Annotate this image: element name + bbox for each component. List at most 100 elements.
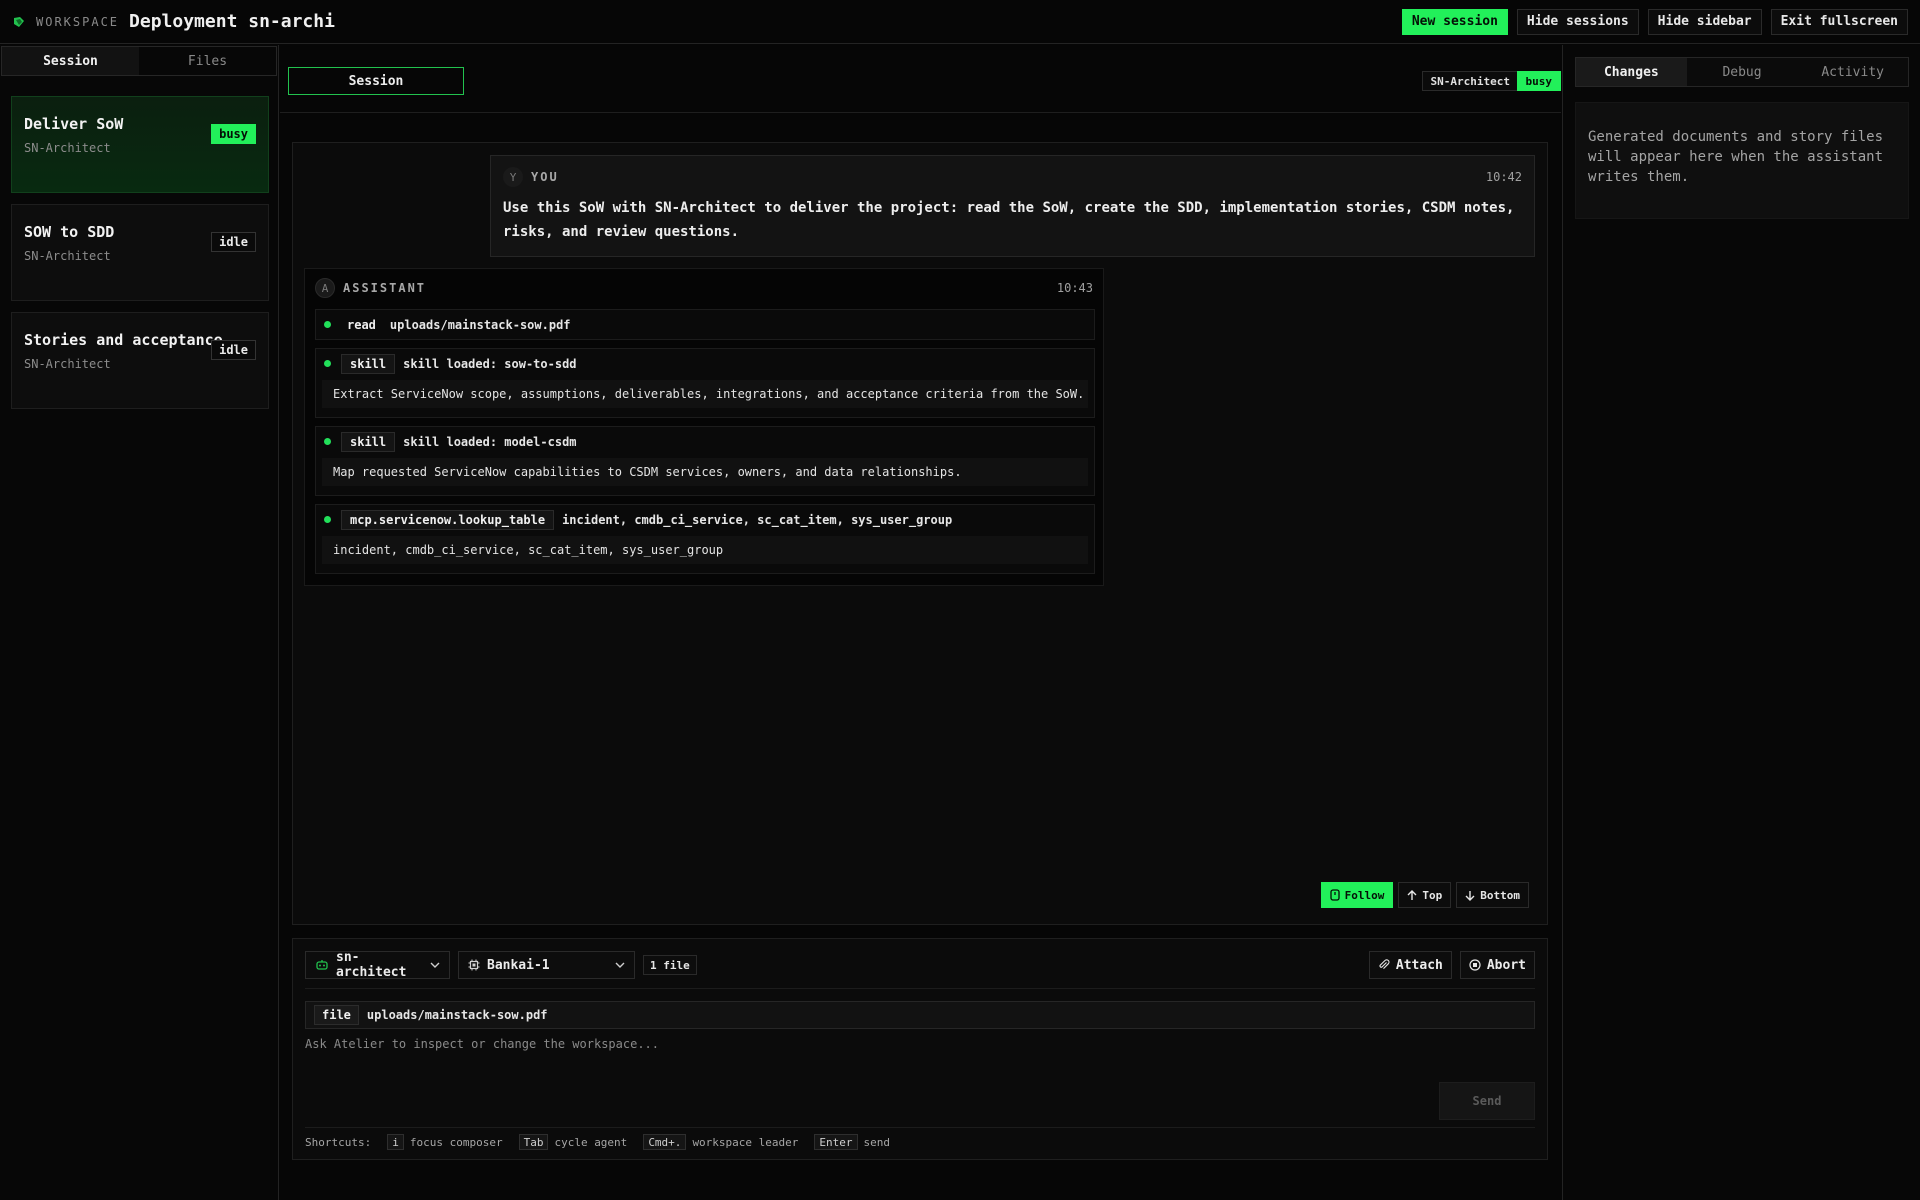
top-label: Top	[1422, 888, 1443, 902]
status-dot-icon	[324, 438, 331, 445]
agent-status-badge: busy	[1516, 71, 1561, 91]
shortcut-key: Cmd+.	[643, 1134, 687, 1150]
changes-panel: Changes Debug Activity Generated documen…	[1562, 45, 1920, 1200]
assistant-message: A ASSISTANT 10:43 read uploads/mainstack…	[304, 268, 1104, 586]
follow-icon	[1329, 889, 1340, 901]
page-title: Deployment sn-archi	[129, 11, 335, 32]
shortcut-desc: send	[863, 1135, 891, 1149]
tool-call-read[interactable]: read uploads/mainstack-sow.pdf	[315, 309, 1095, 340]
agent-name-badge: SN-Architect	[1421, 71, 1519, 91]
stop-circle-icon	[1469, 959, 1481, 971]
shortcut-key: Tab	[518, 1134, 549, 1150]
message-role: YOU	[531, 170, 559, 184]
session-item-sow-to-sdd[interactable]: SOW to SDD SN-Architect idle	[11, 204, 269, 301]
user-message: Y YOU 10:42 Use this SoW with SN-Archite…	[490, 155, 1535, 257]
shortcuts-bar: Shortcuts: i focus composer Tab cycle ag…	[305, 1134, 1535, 1150]
attach-label: Attach	[1395, 957, 1443, 973]
chevron-down-icon	[430, 962, 440, 968]
status-dot-icon	[324, 360, 331, 367]
abort-label: Abort	[1486, 957, 1526, 973]
tab-debug[interactable]: Debug	[1687, 58, 1798, 86]
agent-select[interactable]: sn-architect	[305, 950, 450, 980]
chat-transcript[interactable]: Y YOU 10:42 Use this SoW with SN-Archite…	[292, 142, 1548, 925]
tool-arg: skill loaded: sow-to-sdd	[403, 356, 577, 371]
tool-arg: skill loaded: model-csdm	[403, 434, 577, 449]
new-session-button[interactable]: New session	[1401, 8, 1508, 35]
prompt-input[interactable]	[305, 1037, 1535, 1077]
model-select-value: Bankai-1	[487, 957, 550, 973]
hide-sessions-button[interactable]: Hide sessions	[1516, 8, 1639, 35]
agent-select-value: sn-architect	[336, 950, 407, 980]
changes-empty-state: Generated documents and story files will…	[1575, 102, 1909, 219]
tool-output: Map requested ServiceNow capabilities to…	[322, 458, 1088, 486]
hide-sidebar-button[interactable]: Hide sidebar	[1647, 8, 1762, 35]
status-dot-icon	[324, 516, 331, 523]
workspace-label: WORKSPACE	[36, 14, 120, 29]
tab-changes[interactable]: Changes	[1576, 58, 1687, 86]
shortcut-key: i	[387, 1134, 404, 1150]
session-item-deliver-sow[interactable]: Deliver SoW SN-Architect busy	[11, 96, 269, 193]
model-select[interactable]: Bankai-1	[458, 951, 635, 979]
tab-session[interactable]: Session	[2, 47, 139, 75]
avatar: A	[315, 278, 335, 298]
shortcuts-label: Shortcuts:	[305, 1135, 372, 1149]
session-header: Session SN-Architect busy	[280, 45, 1561, 113]
tool-call-mcp-lookup-table[interactable]: mcp.servicenow.lookup_table incident, cm…	[315, 504, 1095, 574]
message-role: ASSISTANT	[343, 281, 427, 295]
tool-arg: incident, cmdb_ci_service, sc_cat_item, …	[562, 512, 953, 527]
scroll-controls: Follow Top Bottom	[1320, 882, 1529, 908]
message-time: 10:42	[1485, 170, 1522, 184]
tab-activity[interactable]: Activity	[1797, 58, 1908, 86]
top-actions: New session Hide sessions Hide sidebar E…	[1401, 8, 1908, 35]
session-item-stories-and-acceptance[interactable]: Stories and acceptance SN-Architect idle	[11, 312, 269, 409]
file-tag: file	[314, 1005, 359, 1025]
message-text: Use this SoW with SN-Architect to delive…	[503, 200, 1515, 240]
exit-fullscreen-button[interactable]: Exit fullscreen	[1770, 8, 1908, 35]
tool-tag: skill	[341, 431, 396, 452]
shortcut-desc: cycle agent	[554, 1135, 628, 1149]
tool-tag: mcp.servicenow.lookup_table	[341, 509, 555, 530]
status-badge: idle	[211, 340, 256, 360]
shortcut-desc: workspace leader	[692, 1135, 799, 1149]
message-time: 10:43	[1056, 281, 1093, 295]
tool-tag: skill	[341, 353, 396, 374]
paperclip-icon	[1378, 959, 1390, 971]
sidebar-tabs: Session Files	[1, 46, 277, 76]
tool-call-skill-model-csdm[interactable]: skill skill loaded: model-csdm Map reque…	[315, 426, 1095, 496]
follow-button[interactable]: Follow	[1320, 882, 1394, 908]
follow-label: Follow	[1344, 888, 1385, 902]
sessions-sidebar: Session Files Deliver SoW SN-Architect b…	[0, 45, 279, 1200]
status-badge: idle	[211, 232, 256, 252]
workspace-logo-icon	[12, 15, 26, 29]
robot-icon	[315, 959, 329, 971]
divider	[305, 988, 1535, 989]
right-panel-tabs: Changes Debug Activity	[1575, 57, 1909, 87]
attached-files-count: 1 file	[643, 955, 697, 975]
arrow-down-icon	[1465, 890, 1475, 901]
chip-icon	[468, 959, 480, 971]
attached-file[interactable]: file uploads/mainstack-sow.pdf	[305, 1001, 1535, 1029]
tab-session-view[interactable]: Session	[288, 67, 464, 95]
arrow-up-icon	[1407, 889, 1417, 901]
composer: sn-architect Bankai-1 1 file Attach Abor…	[292, 938, 1548, 1160]
tool-tag: read	[347, 317, 376, 332]
scroll-top-button[interactable]: Top	[1398, 882, 1452, 908]
avatar: Y	[503, 167, 523, 187]
shortcut-desc: focus composer	[409, 1135, 503, 1149]
shortcut-key: Enter	[814, 1134, 858, 1150]
tool-output: Extract ServiceNow scope, assumptions, d…	[322, 380, 1088, 408]
session-main: Session SN-Architect busy Y YOU 10:42 Us…	[280, 45, 1561, 1200]
file-path: uploads/mainstack-sow.pdf	[366, 1008, 548, 1022]
scroll-bottom-button[interactable]: Bottom	[1456, 882, 1529, 908]
tool-arg: uploads/mainstack-sow.pdf	[389, 317, 571, 332]
tab-files[interactable]: Files	[139, 47, 276, 75]
tool-output: incident, cmdb_ci_service, sc_cat_item, …	[322, 536, 1088, 564]
status-dot-icon	[324, 321, 331, 328]
abort-button[interactable]: Abort	[1459, 951, 1535, 979]
top-bar: WORKSPACE Deployment sn-archi New sessio…	[0, 0, 1920, 44]
bottom-label: Bottom	[1480, 888, 1520, 902]
status-badge: busy	[211, 124, 256, 144]
tool-call-skill-sow-to-sdd[interactable]: skill skill loaded: sow-to-sdd Extract S…	[315, 348, 1095, 418]
attach-button[interactable]: Attach	[1368, 951, 1452, 979]
send-button[interactable]: Send	[1439, 1082, 1535, 1120]
